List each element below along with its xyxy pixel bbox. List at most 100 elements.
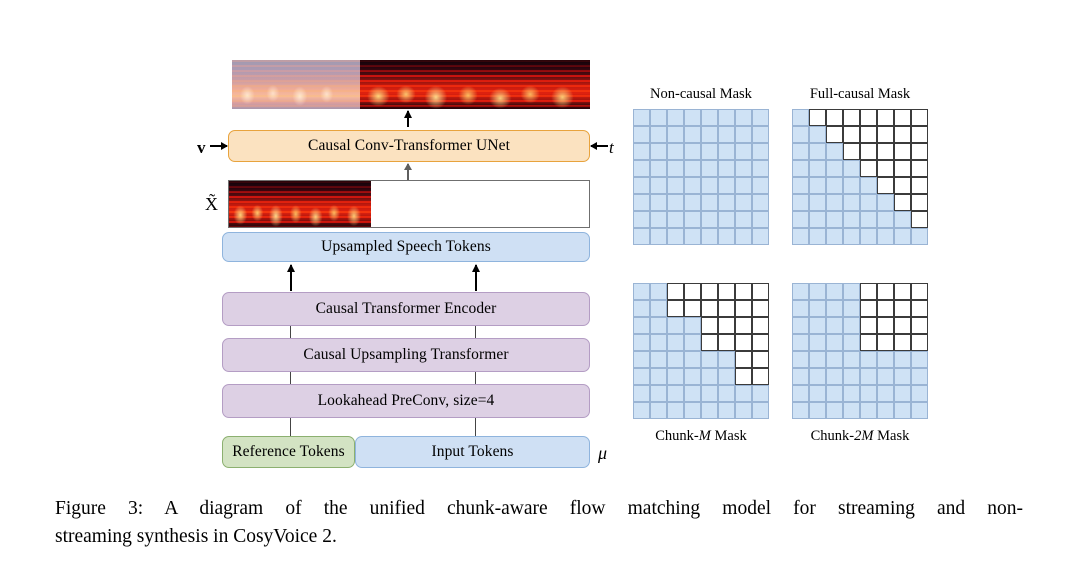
mask-cell <box>633 317 650 334</box>
mask-cell <box>860 334 877 351</box>
mask-cell <box>843 211 860 228</box>
mask-cell <box>633 402 650 419</box>
mask-cell <box>752 351 769 368</box>
mask-cell <box>650 109 667 126</box>
mask-cell <box>667 402 684 419</box>
mask-cell <box>633 334 650 351</box>
mask-cell <box>701 385 718 402</box>
upsampled-speech-tokens-box[interactable]: Upsampled Speech Tokens <box>222 232 590 262</box>
mask-cell <box>718 109 735 126</box>
lookahead-preconv-box[interactable]: Lookahead PreConv, size=4 <box>222 384 590 418</box>
mask-cell <box>701 194 718 211</box>
mask-cell <box>894 194 911 211</box>
mask-cell <box>718 402 735 419</box>
causal-transformer-encoder-box[interactable]: Causal Transformer Encoder <box>222 292 590 326</box>
mask-cell <box>860 126 877 143</box>
mask-cell <box>843 300 860 317</box>
connector-upsampling-to-encoder-left <box>290 326 292 338</box>
mask-cell <box>894 143 911 160</box>
mask-cell <box>792 385 809 402</box>
mask-cell <box>792 402 809 419</box>
mask-cell <box>718 317 735 334</box>
mask-full-causal-grid <box>792 109 928 245</box>
mask-cell <box>735 109 752 126</box>
mask-cell <box>701 334 718 351</box>
mask-cell <box>684 334 701 351</box>
mask-cell <box>752 126 769 143</box>
connector-tokens-to-preconv-right <box>475 418 477 436</box>
mask-cell <box>650 385 667 402</box>
mask-cell <box>843 334 860 351</box>
mask-cell <box>911 126 928 143</box>
xtilde-symbol-label: X̃ <box>205 194 218 214</box>
mask-cell <box>633 283 650 300</box>
mask-cell <box>911 368 928 385</box>
mask-cell <box>809 351 826 368</box>
mask-cell <box>826 300 843 317</box>
mask-cell <box>877 211 894 228</box>
mask-cell <box>718 228 735 245</box>
mask-cell <box>701 160 718 177</box>
mask-cell <box>792 300 809 317</box>
mask-cell <box>667 317 684 334</box>
mask-cell <box>650 283 667 300</box>
mask-cell <box>650 194 667 211</box>
input-tokens-box[interactable]: Input Tokens <box>355 436 590 468</box>
mask-cell <box>684 317 701 334</box>
arrow-encoder-to-upsampled-left <box>290 265 292 291</box>
mask-cell <box>809 194 826 211</box>
causal-upsampling-transformer-box[interactable]: Causal Upsampling Transformer <box>222 338 590 372</box>
mask-cell <box>718 177 735 194</box>
mask-cell <box>752 368 769 385</box>
mask-cell <box>684 160 701 177</box>
mask-cell <box>843 317 860 334</box>
mask-cell <box>752 317 769 334</box>
mask-cell <box>894 160 911 177</box>
mask-cell <box>684 194 701 211</box>
mask-cell <box>894 228 911 245</box>
mask-cell <box>701 126 718 143</box>
mask-cell <box>701 143 718 160</box>
mask-cell <box>633 126 650 143</box>
mask-cell <box>701 317 718 334</box>
mask-cell <box>752 143 769 160</box>
mask-cell <box>843 194 860 211</box>
mask-cell <box>877 300 894 317</box>
output-spectrogram-faded-half <box>232 60 360 109</box>
mask-cell <box>752 402 769 419</box>
mask-cell <box>792 109 809 126</box>
mask-cell <box>752 177 769 194</box>
mask-cell <box>735 334 752 351</box>
mask-cell <box>633 177 650 194</box>
mask-cell <box>650 351 667 368</box>
mask-cell <box>633 109 650 126</box>
mask-cell <box>633 143 650 160</box>
mask-cell <box>809 283 826 300</box>
mask-cell <box>792 194 809 211</box>
mask-cell <box>735 402 752 419</box>
mask-cell <box>826 177 843 194</box>
mask-cell <box>735 194 752 211</box>
connector-preconv-to-upsampling-right <box>475 372 477 384</box>
mask-cell <box>752 283 769 300</box>
mask-cell <box>860 283 877 300</box>
arrow-xtilde-to-unet <box>407 164 409 180</box>
mask-cell <box>894 368 911 385</box>
pipeline-diagram: Causal Conv-Transformer UNet v t X̃ Upsa… <box>0 0 620 480</box>
mask-cell <box>684 228 701 245</box>
upsampled-speech-tokens-label: Upsampled Speech Tokens <box>321 238 491 256</box>
mask-cell <box>752 385 769 402</box>
mask-cell <box>877 402 894 419</box>
mask-cell <box>860 109 877 126</box>
mask-cell <box>894 317 911 334</box>
mask-cell <box>792 211 809 228</box>
mask-cell <box>633 211 650 228</box>
mask-cell <box>911 143 928 160</box>
connector-tokens-to-preconv-left <box>290 418 292 436</box>
causal-conv-transformer-unet-box[interactable]: Causal Conv-Transformer UNet <box>228 130 590 162</box>
reference-tokens-box[interactable]: Reference Tokens <box>222 436 355 468</box>
arrow-encoder-to-upsampled-right <box>475 265 477 291</box>
mask-cell <box>860 194 877 211</box>
mask-cell <box>826 317 843 334</box>
mask-cell <box>667 283 684 300</box>
